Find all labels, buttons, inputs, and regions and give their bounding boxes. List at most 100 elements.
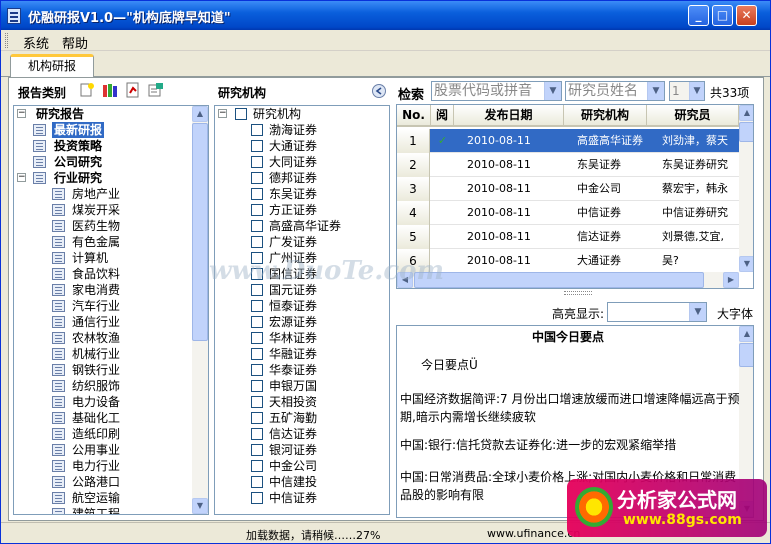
industry-item[interactable]: 煤炭开采 — [14, 202, 190, 218]
institution-checkbox[interactable] — [251, 140, 263, 152]
tree-root-reports[interactable]: − 研究报告 — [14, 106, 194, 122]
institution-checkbox[interactable] — [251, 156, 263, 168]
institution-checkbox[interactable] — [251, 124, 263, 136]
institution-checkbox[interactable] — [251, 236, 263, 248]
col-header-no[interactable]: No. — [397, 105, 431, 127]
institution-item[interactable]: 中信建投 — [215, 474, 389, 490]
industry-item[interactable]: 通信行业 — [14, 314, 190, 330]
industry-item[interactable]: 造纸印刷 — [14, 426, 190, 442]
institution-item[interactable]: 广发证券 — [215, 234, 389, 250]
chevron-down-icon[interactable]: ▼ — [689, 303, 706, 321]
minimize-button[interactable]: _ — [688, 5, 709, 26]
collapse-toggle[interactable]: − — [17, 173, 26, 182]
institution-checkbox[interactable] — [251, 396, 263, 408]
category-item[interactable]: 投资策略 — [14, 138, 190, 154]
industry-item[interactable]: 公用事业 — [14, 442, 190, 458]
close-button[interactable]: ✕ — [736, 5, 757, 26]
industry-item[interactable]: 建筑工程 — [14, 506, 190, 514]
institution-checkbox[interactable] — [251, 364, 263, 376]
industry-item[interactable]: 计算机 — [14, 250, 190, 266]
page-select[interactable]: 1 ▼ — [669, 81, 705, 101]
scroll-down-button[interactable]: ▼ — [192, 498, 208, 514]
institution-item[interactable]: 德邦证券 — [215, 170, 389, 186]
institution-item[interactable]: 华林证券 — [215, 330, 389, 346]
institution-item[interactable]: 申银万国 — [215, 378, 389, 394]
institution-item[interactable]: 华融证券 — [215, 346, 389, 362]
industry-item[interactable]: 电力设备 — [14, 394, 190, 410]
institution-item[interactable]: 华泰证券 — [215, 362, 389, 378]
institution-checkbox[interactable] — [251, 492, 263, 504]
institution-item[interactable]: 方正证券 — [215, 202, 389, 218]
table-row[interactable]: 2 2010-08-11 东吴证券 东吴证券研究 — [397, 153, 739, 177]
col-header-org[interactable]: 研究机构 — [564, 105, 647, 127]
institution-checkbox[interactable] — [251, 444, 263, 456]
institution-item[interactable]: 中金公司 — [215, 458, 389, 474]
industry-item[interactable]: 医药生物 — [14, 218, 190, 234]
institution-item[interactable]: 恒泰证券 — [215, 298, 389, 314]
splitter-grip[interactable] — [564, 291, 592, 295]
table-row[interactable]: 4 2010-08-11 中信证券 中信证券研究 — [397, 201, 739, 225]
collapse-toggle[interactable]: − — [17, 109, 26, 118]
category-scrollbar[interactable]: ▲ ▼ — [192, 106, 208, 514]
col-header-analyst[interactable]: 研究员 — [647, 105, 739, 127]
industry-item[interactable]: 电力行业 — [14, 458, 190, 474]
institution-item[interactable]: 银河证券 — [215, 442, 389, 458]
table-row[interactable]: 1 ✓ 2010-08-11 高盛高华证券 刘劲津，蔡天 — [397, 129, 739, 153]
institution-item[interactable]: 宏源证券 — [215, 314, 389, 330]
back-arrow-icon[interactable] — [371, 83, 387, 99]
tab-research-reports[interactable]: 机构研报 — [10, 54, 94, 78]
scroll-down-button[interactable]: ▼ — [739, 256, 753, 272]
institution-checkbox[interactable] — [251, 428, 263, 440]
institution-item[interactable]: 高盛高华证券 — [215, 218, 389, 234]
scroll-thumb[interactable] — [739, 343, 753, 367]
industry-item[interactable]: 家电消费 — [14, 282, 190, 298]
institution-checkbox[interactable] — [251, 188, 263, 200]
grid-vscrollbar[interactable]: ▲ ▼ — [739, 105, 753, 272]
chevron-down-icon[interactable]: ▼ — [544, 82, 561, 100]
industry-item[interactable]: 纺织服饰 — [14, 378, 190, 394]
industry-item[interactable]: 钢铁行业 — [14, 362, 190, 378]
institution-item[interactable]: 信达证券 — [215, 426, 389, 442]
institution-checkbox[interactable] — [251, 172, 263, 184]
institution-item[interactable]: 天相投资 — [215, 394, 389, 410]
scroll-thumb[interactable] — [739, 122, 753, 142]
industry-item[interactable]: 公路港口 — [14, 474, 190, 490]
institution-item[interactable]: 中信证券 — [215, 490, 389, 506]
table-row[interactable]: 6 2010-08-11 大通证券 吴? — [397, 249, 739, 273]
table-row[interactable]: 3 2010-08-11 中金公司 蔡宏宇，韩永 — [397, 177, 739, 201]
scroll-up-button[interactable]: ▲ — [739, 105, 753, 121]
tree-root-institutions[interactable]: − 研究机构 — [215, 106, 375, 122]
institution-checkbox[interactable] — [251, 220, 263, 232]
checkbox-all[interactable] — [235, 108, 247, 120]
big-font-toggle[interactable]: 大字体 — [717, 305, 753, 322]
col-header-read[interactable]: 阅 — [431, 105, 454, 127]
institution-item[interactable]: 大通证券 — [215, 138, 389, 154]
collapse-toggle[interactable]: − — [218, 109, 227, 118]
institution-item[interactable]: 大同证券 — [215, 154, 389, 170]
menu-system[interactable]: 系统 — [23, 33, 49, 52]
scroll-thumb[interactable] — [414, 272, 704, 288]
institution-checkbox[interactable] — [251, 380, 263, 392]
institution-checkbox[interactable] — [251, 412, 263, 424]
industry-item[interactable]: 基础化工 — [14, 410, 190, 426]
institution-item[interactable]: 渤海证券 — [215, 122, 389, 138]
highlight-combo[interactable]: ▼ — [607, 302, 707, 322]
col-header-date[interactable]: 发布日期 — [454, 105, 564, 127]
industry-item[interactable]: 房地产业 — [14, 186, 190, 202]
category-item[interactable]: 公司研究 — [14, 154, 190, 170]
category-item[interactable]: − 行业研究 — [14, 170, 190, 186]
scroll-up-button[interactable]: ▲ — [192, 106, 208, 122]
category-item[interactable]: 最新研报 — [14, 122, 190, 138]
new-doc-icon[interactable] — [79, 82, 95, 98]
institution-checkbox[interactable] — [251, 460, 263, 472]
institution-checkbox[interactable] — [251, 348, 263, 360]
stock-code-combo[interactable]: 股票代码或拼音 ▼ — [431, 81, 562, 101]
scroll-thumb[interactable] — [192, 123, 208, 341]
institution-checkbox[interactable] — [251, 204, 263, 216]
institution-checkbox[interactable] — [251, 300, 263, 312]
industry-item[interactable]: 航空运输 — [14, 490, 190, 506]
institution-item[interactable]: 东吴证券 — [215, 186, 389, 202]
industry-item[interactable]: 汽车行业 — [14, 298, 190, 314]
scroll-up-button[interactable]: ▲ — [739, 326, 753, 342]
industry-item[interactable]: 食品饮料 — [14, 266, 190, 282]
